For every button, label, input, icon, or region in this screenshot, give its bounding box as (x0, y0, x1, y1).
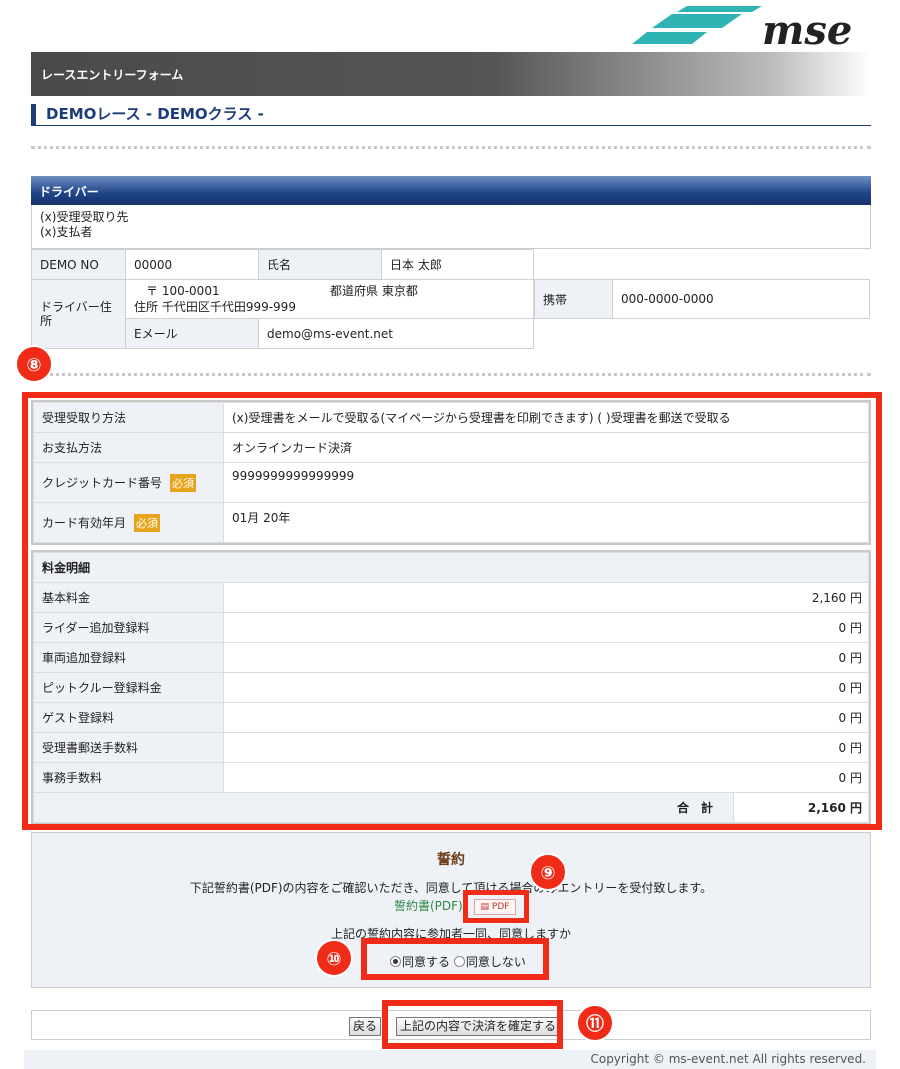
demo-no-value: 00000 (125, 249, 259, 280)
annotation-marker-10: ⑩ (315, 939, 353, 977)
phone-label: 携帯 (534, 279, 613, 319)
email-value: demo@ms-event.net (258, 318, 534, 349)
oath-pdf-link[interactable]: 誓約書(PDF) (394, 897, 463, 914)
annotation-marker-11: ⑪ (576, 1004, 614, 1042)
driver-section-header: ドライバー (31, 176, 871, 205)
address-value: 〒 100-0001 都道府県 東京都 住所 千代田区千代田999-999 (125, 279, 534, 319)
race-title: DEMOレース - DEMOクラス - (31, 104, 871, 126)
mse-logo: mse (632, 4, 880, 54)
oath-text: 下記誓約書(PDF)の内容をご確認いただき、同意して頂ける場合のみエントリーを受… (189, 881, 713, 895)
receipt-recipient-line: (x)受理受取り先 (40, 210, 129, 224)
divider (31, 373, 871, 376)
email-label: Eメール (125, 318, 259, 349)
address-label: ドライバー住所 (31, 279, 126, 349)
svg-text:mse: mse (762, 7, 852, 50)
form-header: レースエントリーフォーム (31, 52, 871, 96)
payer-line: (x)支払者 (40, 225, 93, 239)
phone-value: 000-0000-0000 (612, 279, 870, 319)
back-button[interactable]: 戻る (349, 1017, 382, 1036)
annotation-marker-9: ⑨ (529, 853, 567, 891)
annotation-marker-8: ⑧ (15, 345, 53, 383)
divider (31, 146, 871, 149)
footer-copyright: Copyright © ms-event.net All rights rese… (24, 1050, 876, 1069)
annotation-box-8 (22, 392, 882, 830)
annotation-box-9 (463, 890, 529, 923)
phone-table: 携帯 000-0000-0000 (534, 279, 870, 319)
demo-no-label: DEMO NO (31, 249, 126, 280)
name-value: 日本 太郎 (381, 249, 534, 280)
driver-roles: (x)受理受取り先 (x)支払者 (31, 205, 871, 249)
name-label: 氏名 (258, 249, 382, 280)
annotation-box-10 (361, 938, 549, 980)
oath-title: 誓約 (437, 852, 465, 868)
street-address: 住所 千代田区千代田999-999 (134, 300, 296, 314)
prefecture: 都道府県 東京都 (330, 284, 418, 298)
postal-code: 〒 100-0001 (146, 284, 220, 298)
driver-table: DEMO NO 00000 氏名 日本 太郎 ドライバー住所 〒 100-000… (31, 249, 534, 349)
annotation-box-11 (382, 1000, 563, 1049)
